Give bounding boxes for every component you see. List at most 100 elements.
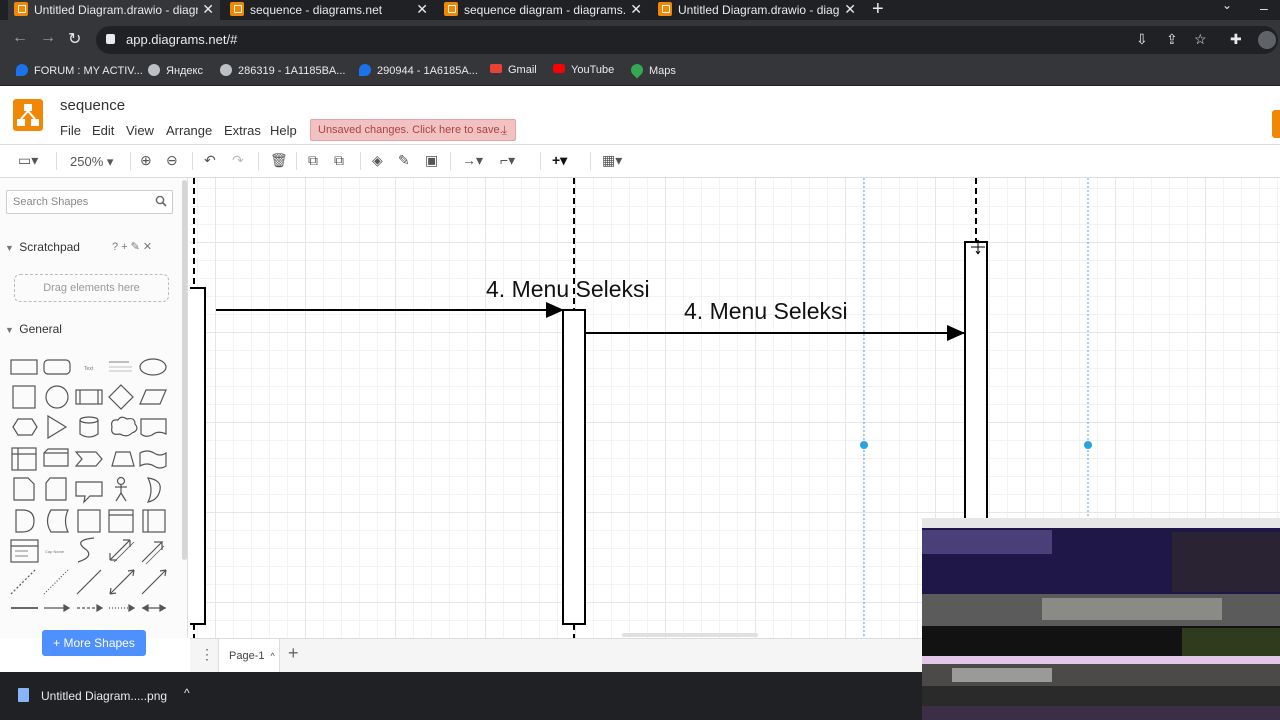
scratchpad-dropzone[interactable]: Drag elements here <box>14 274 169 302</box>
forward-arrow-icon[interactable]: → <box>40 29 56 47</box>
container-shape-icon[interactable] <box>108 509 134 533</box>
directional-connector-icon[interactable] <box>141 569 167 595</box>
chevron-up-icon[interactable]: ^ <box>184 686 190 700</box>
callout-shape-icon[interactable] <box>75 481 103 504</box>
bookmark-286319[interactable]: 286319 - 1A1185BA... <box>220 64 345 77</box>
actor-shape-icon[interactable] <box>115 476 127 502</box>
tab-close-icon[interactable]: ✕ <box>202 0 214 18</box>
download-item[interactable]: Untitled Diagram.....png <box>18 688 167 703</box>
line-color-icon[interactable]: ✎ <box>398 152 410 169</box>
to-front-icon[interactable]: ⧉ <box>308 152 318 169</box>
menu-help[interactable]: Help <box>270 123 297 138</box>
to-back-icon[interactable]: ⧉ <box>334 152 344 169</box>
search-shapes-field[interactable]: Search Shapes <box>6 190 173 214</box>
bookmark-star-icon[interactable]: ☆ <box>1194 31 1207 48</box>
search-icon[interactable] <box>155 195 167 207</box>
fill-color-icon[interactable]: ◈ <box>372 152 383 169</box>
bookmark-maps[interactable]: Maps <box>628 61 676 79</box>
bidirectional-connector-icon[interactable] <box>109 569 135 595</box>
search-input[interactable]: Search Shapes <box>13 196 88 208</box>
more-shapes-button[interactable]: + More Shapes <box>42 630 146 656</box>
general-header[interactable]: ▼ General <box>5 322 62 336</box>
insert-plus-icon[interactable]: +▾ <box>552 152 567 169</box>
share-button-edge[interactable] <box>1272 110 1280 138</box>
arrow-shape-icon[interactable] <box>141 541 165 565</box>
text-shape-icon[interactable]: Text <box>84 366 94 372</box>
tab-close-icon[interactable]: ✕ <box>844 0 856 18</box>
step-shape-icon[interactable] <box>74 451 103 467</box>
line-icon[interactable] <box>76 569 102 595</box>
lock-icon[interactable] <box>106 34 115 44</box>
bookmark-youtube[interactable]: YouTube <box>553 64 614 76</box>
square2-shape-icon[interactable] <box>77 509 101 533</box>
ellipse-shape-icon[interactable] <box>139 358 167 376</box>
diamond-shape-icon[interactable] <box>108 384 134 410</box>
connection-style-icon[interactable]: →▾ <box>462 152 483 169</box>
cylinder-shape-icon[interactable] <box>79 416 99 438</box>
selection-handle-left[interactable] <box>860 441 868 449</box>
zoom-dropdown[interactable]: 250% ▾ <box>70 154 113 170</box>
reload-icon[interactable]: ↻ <box>68 29 81 49</box>
delete-trash-icon[interactable]: 🗑 <box>270 152 288 169</box>
tab-search-chevron-icon[interactable]: ⌄ <box>1222 0 1232 12</box>
zoom-in-icon[interactable]: ⊕ <box>140 152 152 169</box>
list-shape-icon[interactable] <box>10 539 39 563</box>
list-item-shape-icon[interactable]: Cap Name <box>45 549 65 554</box>
bookmark-gmail[interactable]: Gmail <box>490 64 537 76</box>
share-icon[interactable]: ⇪ <box>1166 31 1178 48</box>
or-shape-icon[interactable] <box>146 477 161 503</box>
parallelogram-shape-icon[interactable] <box>139 389 167 405</box>
triangle-shape-icon[interactable] <box>47 414 68 440</box>
curve-shape-icon[interactable] <box>77 537 95 563</box>
document-title[interactable]: sequence <box>60 97 125 114</box>
tape-shape-icon[interactable] <box>139 450 167 469</box>
selection-handle-right[interactable] <box>1084 441 1092 449</box>
url-text[interactable]: app.diagrams.net/# <box>126 32 237 47</box>
card-shape-icon[interactable] <box>45 477 67 501</box>
add-page-button[interactable]: + <box>288 643 299 664</box>
undo-icon[interactable]: ↶ <box>204 152 216 169</box>
message-label-2[interactable]: 4. Menu Seleksi <box>684 298 848 325</box>
cube-shape-icon[interactable] <box>43 448 69 467</box>
menu-view[interactable]: View <box>126 123 154 138</box>
table-icon[interactable]: ▦▾ <box>602 152 622 169</box>
tab-close-icon[interactable]: ✕ <box>630 0 642 18</box>
bookmark-yandex[interactable]: Яндекс <box>148 64 203 77</box>
dashed-line-icon[interactable] <box>10 569 36 595</box>
waypoints-icon[interactable]: ⌐▾ <box>500 152 515 169</box>
shadow-icon[interactable]: ▣ <box>425 152 438 169</box>
activation-bar-1[interactable] <box>190 287 206 625</box>
profile-avatar[interactable] <box>1258 31 1276 49</box>
menu-arrange[interactable]: Arrange <box>166 123 212 138</box>
bidirectional-arrow-shape-icon[interactable] <box>109 539 135 563</box>
heading-shape-icon[interactable] <box>109 361 132 372</box>
unsaved-changes-button[interactable]: Unsaved changes. Click here to save. ⤓ <box>310 119 516 141</box>
process-shape-icon[interactable] <box>75 389 103 405</box>
internal-storage-shape-icon[interactable] <box>11 447 37 471</box>
tab-close-icon[interactable]: ✕ <box>416 0 428 18</box>
sidebar-scrollbar[interactable] <box>182 180 187 560</box>
address-bar[interactable]: app.diagrams.net/# ⇩ ⇪ ☆ ✚ <box>96 26 1278 54</box>
menu-file[interactable]: File <box>60 123 81 138</box>
swimlane-shape-icon[interactable] <box>142 509 166 533</box>
dotted-arrow-line-icon[interactable] <box>109 603 136 612</box>
back-arrow-icon[interactable]: ← <box>12 29 28 47</box>
canvas-horizontal-scrollbar[interactable] <box>622 633 758 637</box>
browser-tab-2[interactable]: sequence - diagrams.net ✕ <box>224 0 434 20</box>
activation-bar-3[interactable] <box>964 241 988 523</box>
message-label-1[interactable]: 4. Menu Seleksi <box>486 276 650 303</box>
new-tab-button[interactable]: + <box>872 0 884 21</box>
format-panel-toggle-icon[interactable]: ▭▾ <box>18 152 38 169</box>
browser-tab-4[interactable]: Untitled Diagram.drawio - diagra ✕ <box>652 0 862 20</box>
bookmark-forum[interactable]: FORUM : MY ACTIV... <box>16 64 143 77</box>
document-shape-icon[interactable] <box>140 418 167 437</box>
rectangle-shape-icon[interactable] <box>10 359 38 375</box>
double-arrow-line-icon[interactable] <box>141 603 167 612</box>
tab-page-1[interactable]: Page-1 ^ <box>218 639 280 673</box>
browser-tab-1[interactable]: Untitled Diagram.drawio - diagra ✕ <box>8 0 220 20</box>
window-minimize-icon[interactable]: – <box>1260 0 1268 16</box>
redo-icon[interactable]: ↷ <box>232 152 244 169</box>
delay-shape-icon[interactable] <box>15 509 35 533</box>
scratchpad-actions[interactable]: ? + ✎ ✕ <box>112 240 152 253</box>
activation-bar-2[interactable] <box>562 309 586 625</box>
